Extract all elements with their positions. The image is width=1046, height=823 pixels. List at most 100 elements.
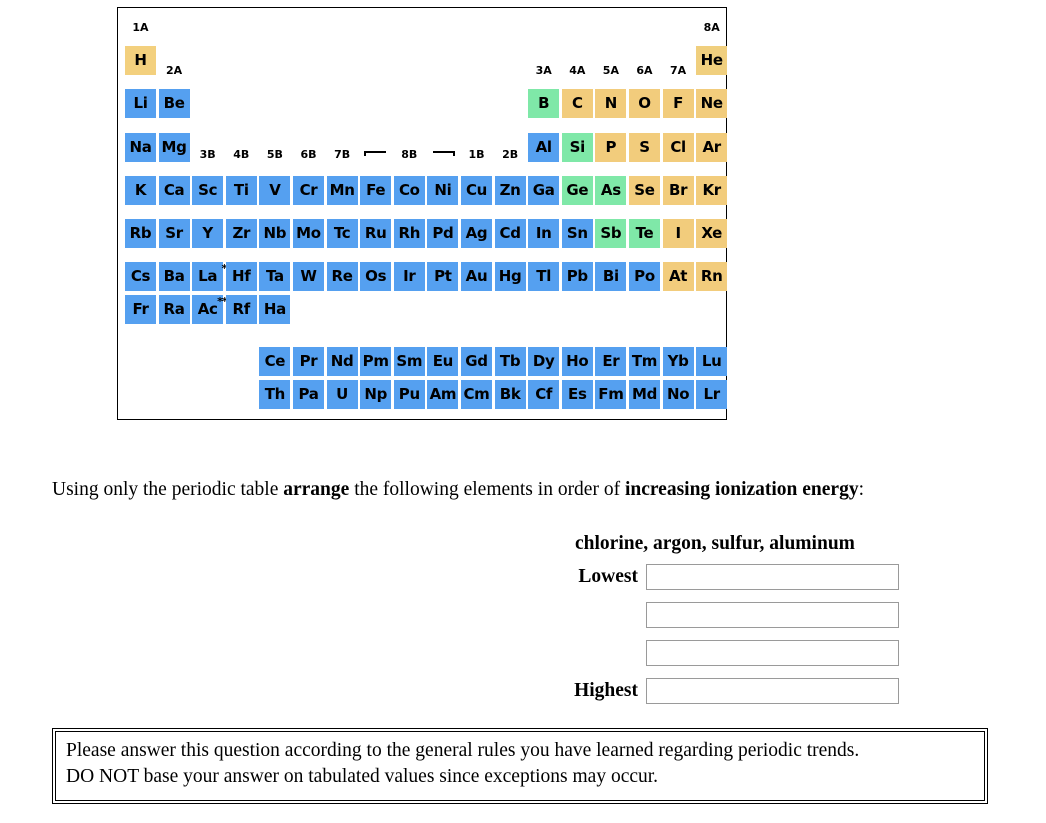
element-symbol: Fr (132, 300, 149, 318)
question-part-1: Using only the periodic table (52, 479, 284, 500)
element-cell-tl: Tl (528, 262, 560, 291)
element-cell-v: V (259, 176, 291, 205)
element-cell-nb: Nb (259, 219, 291, 248)
element-cell-br: Br (662, 176, 694, 205)
element-symbol: Po (634, 267, 655, 285)
element-symbol: Bk (499, 385, 521, 403)
element-cell-mo: Mo (293, 219, 324, 248)
element-cell-ir: Ir (393, 262, 425, 291)
element-cell-cd: Cd (494, 219, 526, 248)
answer-row (560, 639, 899, 666)
answer-input-2[interactable] (646, 601, 899, 628)
element-cell-at: At (662, 262, 694, 291)
element-symbol: Se (634, 181, 655, 199)
element-symbol: U (336, 385, 349, 403)
element-cell-ce: Ce (259, 347, 291, 376)
element-cell-au: Au (461, 262, 492, 291)
element-cell-xe: Xe (696, 219, 728, 248)
question-emphasis-ionization: increasing ionization energy (624, 479, 859, 500)
answer-input-1[interactable] (646, 563, 899, 590)
element-cell-s: S (629, 133, 660, 162)
element-cell-ar: Ar (696, 133, 728, 162)
element-symbol: Cu (465, 181, 488, 199)
element-cell-co: Co (393, 176, 425, 205)
element-symbol: Ag (465, 224, 488, 242)
element-cell-h: H (125, 46, 156, 75)
element-cell-u: U (326, 380, 358, 409)
element-symbol: No (666, 385, 690, 403)
element-cell-na: Na (125, 133, 156, 162)
group-label-1a: 1A (132, 21, 149, 34)
element-symbol: Th (264, 385, 286, 403)
instruction-note-box: Please answer this question according to… (52, 728, 988, 804)
element-cell-cs: Cs (125, 262, 156, 291)
element-cell-ca: Ca (158, 176, 190, 205)
element-cell-fr: Fr (125, 295, 156, 324)
element-symbol: Pt (434, 267, 452, 285)
element-symbol: Np (364, 385, 388, 403)
element-symbol: P (605, 138, 617, 156)
element-symbol: Dy (532, 352, 555, 370)
element-symbol: Ga (532, 181, 555, 199)
element-cell-pm: Pm (360, 347, 392, 376)
element-symbol: Ir (403, 267, 416, 285)
element-cell-lr: Lr (696, 380, 728, 409)
element-symbol: Pm (362, 352, 389, 370)
element-cell-rn: Rn (696, 262, 728, 291)
element-cell-te: Te (629, 219, 660, 248)
element-symbol: Nd (330, 352, 354, 370)
element-symbol: Sm (396, 352, 423, 370)
element-cell-ra: Ra (158, 295, 190, 324)
element-cell-gd: Gd (461, 347, 492, 376)
element-cell-cm: Cm (461, 380, 492, 409)
element-symbol: He (700, 51, 723, 69)
element-cell-al: Al (528, 133, 560, 162)
group-label-2a: 2A (166, 64, 183, 77)
element-cell-cl: Cl (662, 133, 694, 162)
element-cell-bi: Bi (595, 262, 627, 291)
element-cell-fe: Fe (360, 176, 392, 205)
element-symbol: Tl (536, 267, 552, 285)
element-cell-be: Be (158, 89, 190, 118)
element-cell-cf: Cf (528, 380, 560, 409)
element-symbol: At (669, 267, 688, 285)
element-cell-th: Th (259, 380, 291, 409)
answer-input-3[interactable] (646, 639, 899, 666)
element-cell-ga: Ga (528, 176, 560, 205)
element-symbol: I (675, 224, 681, 242)
element-symbol: Ni (434, 181, 452, 199)
element-cell-li: Li (125, 89, 156, 118)
element-cell-rh: Rh (393, 219, 425, 248)
element-symbol: La * (198, 262, 227, 285)
note-line-1: Please answer this question according to… (66, 740, 860, 761)
element-symbol: Rb (129, 224, 152, 242)
element-symbol: Y (202, 224, 213, 242)
group-label-7b: 7B (334, 148, 351, 161)
element-cell-as: As (595, 176, 627, 205)
answer-row: Lowest (560, 563, 899, 590)
element-symbol: Er (602, 352, 620, 370)
element-symbol: W (300, 267, 317, 285)
question-prompt: Using only the periodic table arrange th… (52, 478, 864, 501)
element-symbol: Am (429, 385, 457, 403)
element-symbol: S (639, 138, 650, 156)
element-symbol: Be (163, 94, 185, 112)
element-cell-tm: Tm (629, 347, 660, 376)
group-label-6b: 6B (300, 148, 317, 161)
element-symbol: Mg (161, 138, 187, 156)
element-cell-hf: Hf (225, 262, 257, 291)
element-symbol: Zr (232, 224, 251, 242)
group-label-4b: 4B (233, 148, 250, 161)
element-symbol: Ha (263, 300, 286, 318)
element-symbol: Rh (398, 224, 421, 242)
element-cell-cu: Cu (461, 176, 492, 205)
element-symbol: Au (465, 267, 488, 285)
element-cell-es: Es (561, 380, 593, 409)
element-symbol: Cf (535, 385, 553, 403)
element-symbol: Sb (600, 224, 622, 242)
element-cell-sc: Sc (192, 176, 224, 205)
element-symbol: Tc (333, 224, 351, 242)
answer-input-4[interactable] (646, 677, 899, 704)
element-symbol: V (269, 181, 281, 199)
answer-row: Highest (560, 677, 899, 704)
